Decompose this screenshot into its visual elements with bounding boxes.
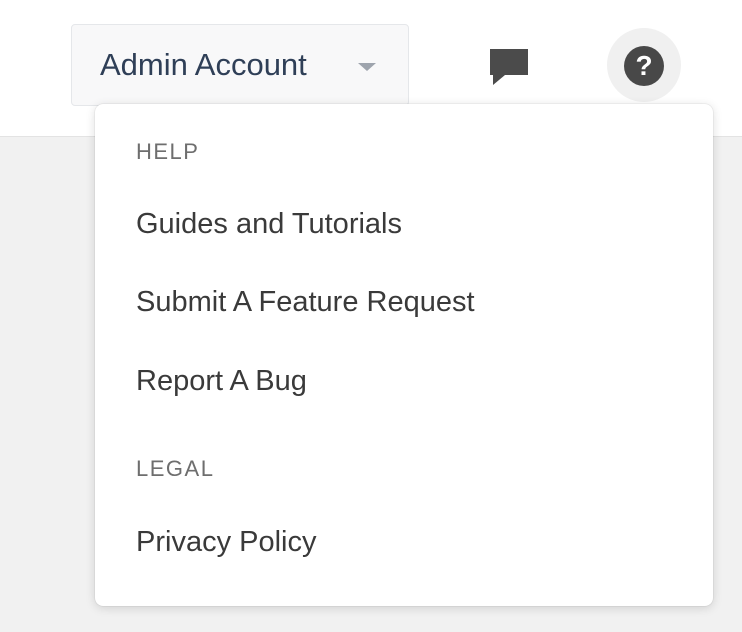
page: Admin Account ? HELP Guides and Tutorial… [0,0,742,632]
section-title-legal: LEGAL [136,456,215,481]
menu-item-privacy-policy[interactable]: Privacy Policy [136,522,666,562]
question-mark-icon: ? [624,46,664,86]
menu-item-report-bug[interactable]: Report A Bug [136,361,666,401]
account-menu-button[interactable]: Admin Account [71,24,409,106]
section-title-help: HELP [136,139,200,164]
chevron-down-icon [358,63,376,71]
comment-icon[interactable] [488,47,530,87]
help-dropdown-menu: HELP Guides and Tutorials Submit A Featu… [95,104,713,606]
account-menu-label: Admin Account [100,47,307,82]
menu-item-submit-feature-request[interactable]: Submit A Feature Request [136,282,666,322]
help-icon[interactable]: ? [607,28,681,102]
menu-item-guides-and-tutorials[interactable]: Guides and Tutorials [136,204,666,244]
